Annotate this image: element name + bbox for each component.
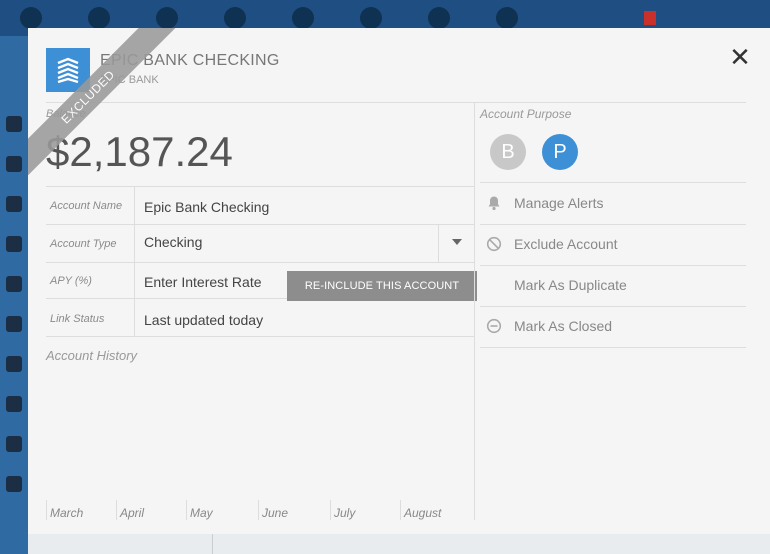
nav-icon[interactable] [360, 7, 382, 29]
month-label: June [262, 506, 289, 520]
link-status-value: Last updated today [144, 312, 264, 328]
account-type-label: Account Type [50, 238, 117, 250]
account-purpose-label: Account Purpose [480, 107, 572, 121]
apy-input[interactable]: Enter Interest Rate [144, 274, 262, 290]
nav-icon[interactable] [156, 7, 178, 29]
divider [46, 336, 474, 337]
reinclude-account-button[interactable]: RE-INCLUDE THIS ACCOUNT [287, 271, 477, 301]
nav-icon[interactable] [292, 7, 314, 29]
sidebar-icon[interactable] [6, 236, 22, 252]
sidebar-icon[interactable] [6, 396, 22, 412]
month-label: August [404, 506, 442, 520]
nav-icon[interactable] [496, 7, 518, 29]
sidebar-icon[interactable] [6, 196, 22, 212]
sidebar-icon[interactable] [6, 156, 22, 172]
month-label: March [50, 506, 84, 520]
close-icon[interactable]: ✕ [728, 45, 752, 71]
link-status-label: Link Status [50, 313, 105, 325]
account-name-input[interactable]: Epic Bank Checking [144, 199, 269, 215]
month-label: July [334, 506, 356, 520]
nav-icon[interactable] [88, 7, 110, 29]
mark-closed-label: Mark As Closed [514, 318, 613, 334]
divider [480, 182, 746, 183]
personal-purpose-button[interactable]: P [542, 134, 578, 170]
balance-amount: $2,187.24 [46, 128, 233, 175]
sidebar-icon[interactable] [6, 356, 22, 372]
sidebar-icon[interactable] [6, 276, 22, 292]
chevron-down-icon[interactable] [452, 239, 462, 245]
account-type-select[interactable]: Checking [144, 234, 202, 250]
bank-logo-icon [57, 57, 79, 84]
nav-icon[interactable] [428, 7, 450, 29]
divider [46, 102, 746, 103]
sidebar-icon[interactable] [6, 116, 22, 132]
business-purpose-button[interactable]: B [490, 134, 526, 170]
apy-label: APY (%) [50, 275, 92, 287]
divider [46, 262, 474, 263]
sidebar-icon[interactable] [6, 476, 22, 492]
divider [46, 224, 474, 225]
column-divider [474, 102, 475, 520]
account-name-label: Account Name [50, 200, 123, 212]
divider [480, 347, 746, 348]
nav-icon[interactable] [224, 7, 246, 29]
exclude-account-label: Exclude Account [514, 236, 618, 252]
nav-icon[interactable] [20, 7, 42, 29]
sidebar-icon[interactable] [6, 316, 22, 332]
app-sidebar [0, 36, 28, 554]
app-bottom-strip [28, 534, 770, 554]
minus-circle-icon [486, 318, 502, 334]
month-label: April [120, 506, 145, 520]
mark-duplicate-label: Mark As Duplicate [514, 277, 627, 293]
divider [46, 186, 474, 187]
sidebar-icon[interactable] [6, 436, 22, 452]
month-label: May [190, 506, 213, 520]
exclude-account-button[interactable]: Exclude Account [480, 225, 746, 265]
divider [134, 186, 135, 336]
manage-alerts-label: Manage Alerts [514, 195, 604, 211]
alert-badge-icon[interactable] [644, 11, 656, 25]
bell-icon [488, 196, 500, 211]
account-detail-modal: ✕ EPIC BANK CHECKING EPIC BANK Balance $… [28, 28, 770, 534]
account-history-label: Account History [46, 348, 138, 363]
divider [212, 534, 213, 554]
mark-duplicate-button[interactable]: Mark As Duplicate [480, 266, 746, 306]
manage-alerts-button[interactable]: Manage Alerts [480, 184, 746, 224]
divider [438, 224, 439, 262]
mark-closed-button[interactable]: Mark As Closed [480, 307, 746, 347]
block-icon [486, 236, 502, 252]
